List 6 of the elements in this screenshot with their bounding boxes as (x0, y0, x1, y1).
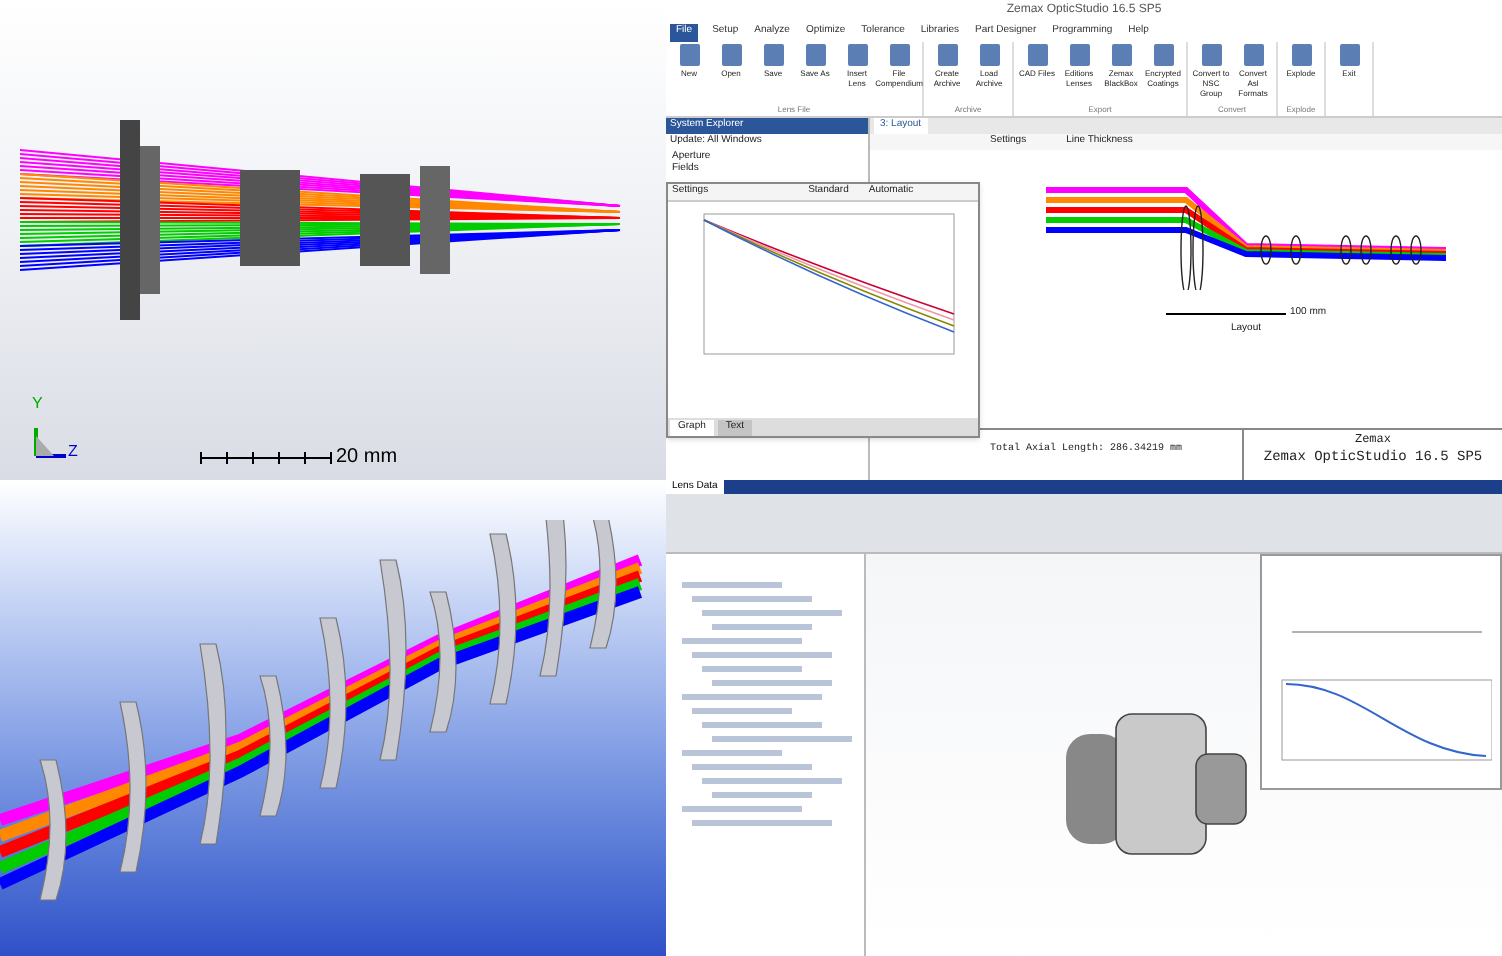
scale-label: 20 mm (336, 444, 398, 472)
axis-icon (30, 424, 70, 460)
axis-label: Y (32, 392, 43, 416)
scale-bar (200, 451, 332, 463)
axis-label: Z (68, 440, 78, 464)
scale-bar (1165, 309, 1286, 318)
